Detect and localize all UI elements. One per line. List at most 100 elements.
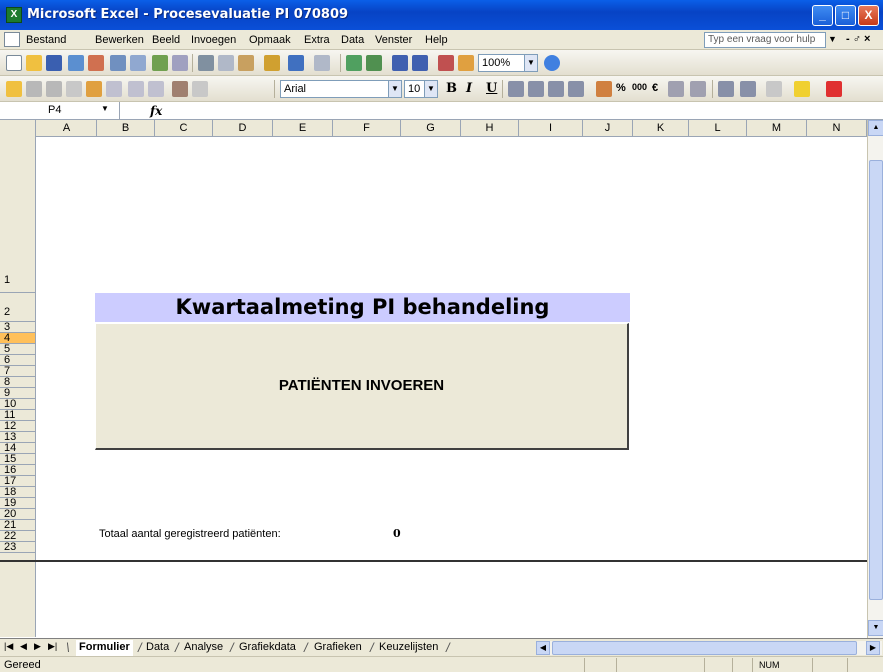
menu-venster[interactable]: Venster bbox=[375, 34, 412, 46]
comment-icon[interactable] bbox=[66, 81, 82, 97]
menu-bewerken[interactable]: Bewerken bbox=[95, 34, 144, 46]
sort-descending-icon[interactable] bbox=[412, 55, 428, 71]
scroll-up-icon[interactable]: ▲ bbox=[868, 120, 883, 136]
review-icon[interactable] bbox=[26, 81, 42, 97]
font-select[interactable]: Arial bbox=[280, 80, 390, 98]
menu-help[interactable]: Help bbox=[425, 34, 448, 46]
menu-extra[interactable]: Extra bbox=[304, 34, 330, 46]
minimize-button[interactable]: _ bbox=[812, 5, 833, 26]
redo-icon[interactable] bbox=[314, 55, 330, 71]
new-icon[interactable] bbox=[6, 55, 22, 71]
help-search-input[interactable]: Typ een vraag voor hulp bbox=[704, 32, 826, 48]
end-review-icon[interactable] bbox=[172, 81, 188, 97]
column-header-f[interactable]: F bbox=[333, 120, 401, 137]
vertical-scrollbar[interactable]: ▲ ▼ bbox=[867, 120, 883, 638]
column-header-a[interactable]: A bbox=[37, 120, 97, 137]
save-icon[interactable] bbox=[46, 55, 62, 71]
column-header-c[interactable]: C bbox=[155, 120, 213, 137]
open-icon[interactable] bbox=[26, 55, 42, 71]
research-icon[interactable] bbox=[172, 55, 188, 71]
row-header-23[interactable]: 23 bbox=[0, 542, 35, 553]
column-header-m[interactable]: M bbox=[747, 120, 807, 137]
align-right-icon[interactable] bbox=[548, 81, 564, 97]
track-changes-icon[interactable] bbox=[86, 81, 102, 97]
align-left-icon[interactable] bbox=[508, 81, 524, 97]
sort-ascending-icon[interactable] bbox=[392, 55, 408, 71]
font-dropdown-icon[interactable]: ▼ bbox=[388, 80, 402, 98]
menu-opmaak[interactable]: Opmaak bbox=[249, 34, 291, 46]
column-header-l[interactable]: L bbox=[689, 120, 747, 137]
hyperlink-icon[interactable] bbox=[346, 55, 362, 71]
font-size-select[interactable]: 10 bbox=[404, 80, 426, 98]
undo-icon[interactable] bbox=[288, 55, 304, 71]
name-box-dropdown-icon[interactable]: ▼ bbox=[101, 104, 109, 113]
euro-button[interactable]: € bbox=[652, 82, 658, 94]
scroll-down-icon[interactable]: ▼ bbox=[868, 620, 883, 636]
column-header-n[interactable]: N bbox=[807, 120, 867, 137]
document-window-buttons[interactable]: - ♂ × bbox=[846, 33, 870, 45]
column-header-j[interactable]: J bbox=[583, 120, 633, 137]
vertical-scroll-thumb[interactable] bbox=[869, 160, 883, 600]
print-preview-icon[interactable] bbox=[130, 55, 146, 71]
format-painter-icon[interactable] bbox=[264, 55, 280, 71]
percent-button[interactable]: % bbox=[616, 82, 626, 94]
column-header-b[interactable]: B bbox=[97, 120, 155, 137]
tab-grafiekdata[interactable]: Grafiekdata bbox=[236, 640, 299, 656]
maximize-button[interactable]: □ bbox=[835, 5, 856, 26]
tab-formulier[interactable]: Formulier bbox=[76, 640, 133, 656]
zoom-select[interactable]: 100% bbox=[478, 54, 526, 72]
scroll-right-icon[interactable]: ▶ bbox=[866, 641, 880, 655]
horizontal-scrollbar[interactable]: ◀ ▶ bbox=[536, 641, 882, 655]
column-header-d[interactable]: D bbox=[213, 120, 273, 137]
cut-icon[interactable] bbox=[198, 55, 214, 71]
copy-icon[interactable] bbox=[218, 55, 234, 71]
first-sheet-icon[interactable]: |◀ bbox=[4, 641, 13, 652]
decrease-decimal-icon[interactable] bbox=[690, 81, 706, 97]
next-sheet-icon[interactable]: ▶ bbox=[34, 641, 41, 652]
scroll-left-icon[interactable]: ◀ bbox=[536, 641, 550, 655]
column-header-e[interactable]: E bbox=[273, 120, 333, 137]
autosum-icon[interactable] bbox=[366, 55, 382, 71]
select-all-corner[interactable] bbox=[0, 120, 36, 137]
chart-wizard-icon[interactable] bbox=[438, 55, 454, 71]
spelling-icon[interactable] bbox=[152, 55, 168, 71]
close-button[interactable]: X bbox=[858, 5, 879, 26]
tab-keuzelijsten[interactable]: Keuzelijsten bbox=[376, 640, 441, 656]
tab-analyse[interactable]: Analyse bbox=[181, 640, 226, 656]
horizontal-scroll-thumb[interactable] bbox=[552, 641, 857, 655]
increase-decimal-icon[interactable] bbox=[668, 81, 684, 97]
show-icon[interactable] bbox=[192, 81, 208, 97]
menu-bestand[interactable]: Bestand bbox=[26, 34, 66, 46]
italic-button[interactable]: I bbox=[466, 81, 472, 96]
review-next-icon[interactable] bbox=[46, 81, 62, 97]
accept-change-icon[interactable] bbox=[128, 81, 144, 97]
column-header-k[interactable]: K bbox=[633, 120, 689, 137]
help-dropdown-icon[interactable]: ▼ bbox=[828, 34, 837, 44]
align-center-icon[interactable] bbox=[528, 81, 544, 97]
decrease-indent-icon[interactable] bbox=[718, 81, 734, 97]
drawing-icon[interactable] bbox=[458, 55, 474, 71]
email-icon[interactable] bbox=[88, 55, 104, 71]
row-header-1[interactable]: 1 bbox=[0, 137, 35, 293]
bold-button[interactable]: B bbox=[446, 81, 457, 96]
tab-data[interactable]: Data bbox=[143, 640, 172, 656]
row-header-2[interactable]: 2 bbox=[0, 293, 35, 322]
print-icon[interactable] bbox=[110, 55, 126, 71]
merge-center-icon[interactable] bbox=[568, 81, 584, 97]
menu-data[interactable]: Data bbox=[341, 34, 364, 46]
workbook-icon[interactable] bbox=[4, 32, 20, 47]
zoom-dropdown-icon[interactable]: ▼ bbox=[524, 54, 538, 72]
freeze-pane-divider[interactable] bbox=[0, 560, 883, 562]
insert-function-icon[interactable]: fx bbox=[150, 104, 162, 118]
previous-sheet-icon[interactable]: ◀ bbox=[20, 641, 27, 652]
fill-color-icon[interactable] bbox=[794, 81, 810, 97]
reply-icon[interactable] bbox=[106, 81, 122, 97]
column-header-g[interactable]: G bbox=[401, 120, 461, 137]
help-icon[interactable] bbox=[544, 55, 560, 71]
borders-icon[interactable] bbox=[766, 81, 782, 97]
font-size-dropdown-icon[interactable]: ▼ bbox=[424, 80, 438, 98]
patients-input-button[interactable]: PATIËNTEN INVOEREN bbox=[95, 323, 629, 450]
excel-icon[interactable]: X bbox=[6, 7, 22, 23]
column-header-i[interactable]: I bbox=[519, 120, 583, 137]
font-color-icon[interactable] bbox=[826, 81, 842, 97]
